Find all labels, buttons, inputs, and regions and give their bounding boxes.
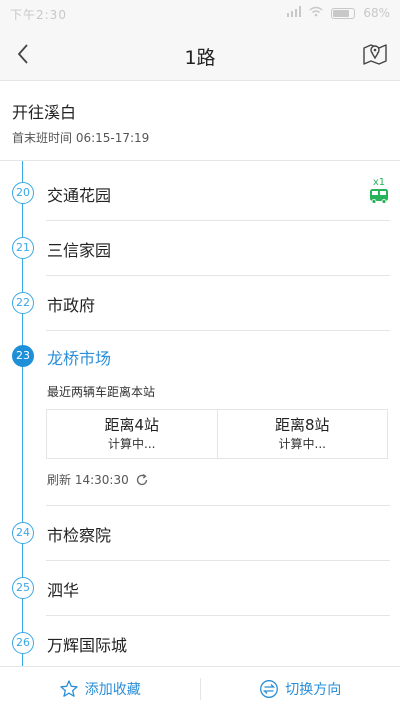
- stop-number: 24: [12, 522, 34, 544]
- bus-count: x1: [372, 177, 386, 188]
- stop-number: 23: [12, 345, 34, 367]
- route-direction: 开往溪白: [12, 103, 77, 122]
- stop-name: 交通花园: [47, 186, 112, 205]
- bus-distance: 距离8站: [274, 416, 330, 434]
- stop-number: 26: [12, 632, 34, 654]
- add-favorite-button[interactable]: 添加收藏: [0, 679, 200, 699]
- status-time: 下午2:30: [10, 8, 67, 22]
- battery-percent: 68%: [363, 6, 390, 20]
- nav-bar: 1路: [0, 28, 400, 81]
- status-bar: 下午2:30 68%: [0, 0, 400, 28]
- stop-item[interactable]: 22 市政府: [0, 276, 400, 331]
- stop-item[interactable]: 25 泗华: [0, 561, 400, 616]
- map-pin-icon: [363, 44, 387, 65]
- route-info: 开往溪白 首末班时间 06:15-17:19: [0, 81, 400, 161]
- star-icon: [60, 680, 78, 697]
- stop-name: 万辉国际城: [47, 636, 128, 655]
- refresh-icon: [136, 473, 147, 485]
- bus-distance: 距离4站: [104, 416, 160, 434]
- add-favorite-label: 添加收藏: [84, 682, 141, 698]
- stop-item[interactable]: 26 万辉国际城: [0, 616, 400, 671]
- bus-eta-status: 计算中...: [278, 437, 326, 451]
- bus-distance-cell: 距离8站 计算中...: [216, 410, 388, 458]
- switch-direction-icon: [260, 680, 279, 698]
- stop-name: 市政府: [47, 296, 96, 315]
- bus-indicator: x1: [368, 178, 390, 208]
- stop-name: 三信家园: [47, 241, 112, 260]
- current-stop-panel[interactable]: 23 龙桥市场 最近两辆车距离本站 距离4站 计算中... 距离8站 计算中..…: [0, 329, 400, 506]
- bus-icon: [370, 189, 388, 204]
- switch-direction-button[interactable]: 切换方向: [201, 679, 400, 699]
- stop-item[interactable]: 21 三信家园: [0, 221, 400, 276]
- bus-distance-cell: 距离4站 计算中...: [47, 410, 217, 458]
- wifi-icon: [309, 6, 323, 20]
- stop-number: 21: [12, 237, 34, 259]
- service-hours: 首末班时间 06:15-17:19: [12, 131, 150, 145]
- stop-number: 22: [12, 292, 34, 314]
- stop-item[interactable]: 20 交通花园 x1: [0, 166, 400, 221]
- map-button[interactable]: [360, 38, 390, 68]
- stop-number: 20: [12, 182, 34, 204]
- refresh-time: 刷新 14:30:30: [47, 473, 129, 487]
- battery-icon: [331, 7, 356, 19]
- page-title: 1路: [184, 47, 216, 69]
- bottom-action-bar: 添加收藏 切换方向: [0, 666, 400, 711]
- refresh-button[interactable]: 刷新 14:30:30: [47, 471, 149, 488]
- stop-item[interactable]: 24 市检察院: [0, 506, 400, 561]
- stop-name: 龙桥市场: [47, 349, 112, 368]
- stop-name: 泗华: [47, 581, 80, 600]
- bus-distance-box: 距离4站 计算中... 距离8站 计算中...: [46, 409, 388, 459]
- signal-icon: [287, 6, 302, 20]
- switch-direction-label: 切换方向: [285, 682, 342, 698]
- stop-name: 市检察院: [47, 526, 112, 545]
- nearest-buses-label: 最近两辆车距离本站: [47, 385, 156, 399]
- stop-number: 25: [12, 577, 34, 599]
- bus-eta-status: 计算中...: [108, 437, 156, 451]
